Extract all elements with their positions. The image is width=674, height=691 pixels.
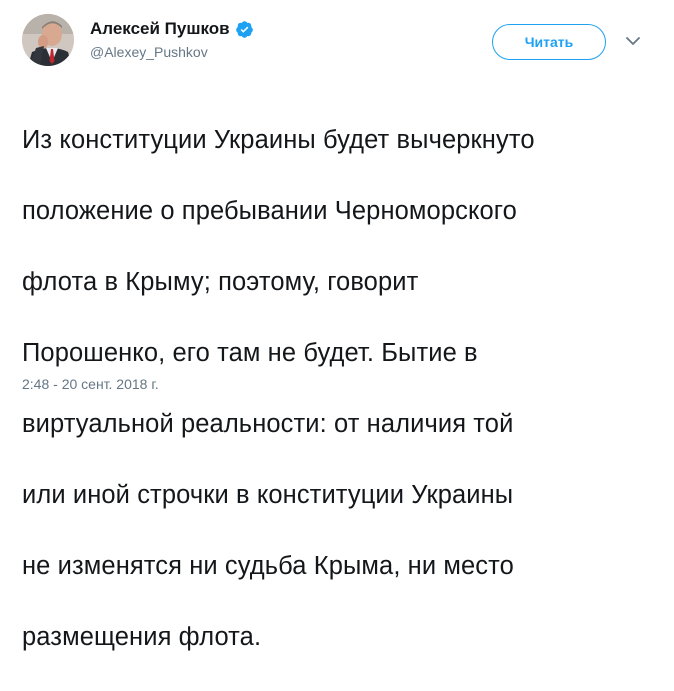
author-block: Алексей Пушков @Alexey_Pushkov bbox=[90, 18, 254, 61]
follow-button[interactable]: Читать bbox=[492, 24, 606, 60]
profile-photo-icon bbox=[22, 14, 74, 66]
tweet-text-line: Порошенко, его там не будет. Бытие в bbox=[22, 338, 478, 367]
tweet-text-line: Из конституции Украины будет вычеркнуто bbox=[22, 125, 535, 154]
tweet-text-line: флота в Крыму; поэтому, говорит bbox=[22, 267, 419, 296]
tweet-text-line: положение о пребывании Черноморского bbox=[22, 196, 517, 225]
tweet-timestamp[interactable]: 2:48 - 20 сент. 2018 г. bbox=[22, 375, 159, 393]
verified-badge-icon bbox=[235, 20, 254, 39]
tweet-text-line: не изменятся ни судьба Крыма, ни место bbox=[22, 551, 514, 580]
tweet-text-line: размещения флота. bbox=[22, 622, 262, 651]
avatar[interactable] bbox=[22, 14, 74, 66]
chevron-down-icon[interactable] bbox=[624, 34, 642, 48]
author-name[interactable]: Алексей Пушков bbox=[90, 18, 230, 40]
tweet-text-line: или иной строчки в конституции Украины bbox=[22, 480, 514, 509]
author-handle[interactable]: @Alexey_Pushkov bbox=[90, 43, 254, 61]
tweet-card: Алексей Пушков @Alexey_Pushkov Читать Из… bbox=[0, 0, 674, 651]
tweet-text-line: виртуальной реальности: от наличия той bbox=[22, 409, 514, 438]
